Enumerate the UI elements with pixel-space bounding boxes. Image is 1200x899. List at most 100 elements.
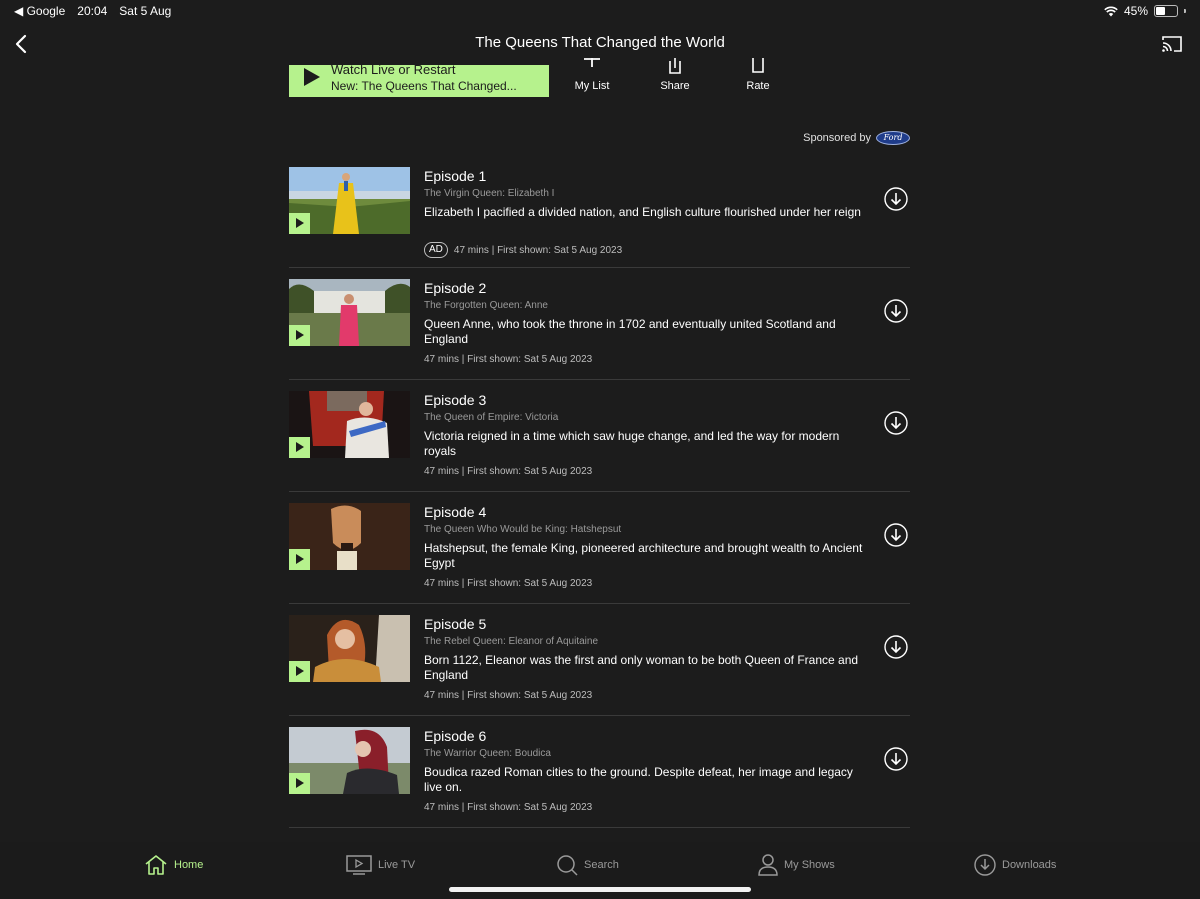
tab-home[interactable]: Home bbox=[144, 854, 203, 876]
app-screen: ◀ Google 20:04 Sat 5 Aug 45% The Queens … bbox=[0, 0, 1200, 899]
episode-meta-text: 47 mins | First shown: Sat 5 Aug 2023 bbox=[424, 690, 593, 701]
episode-row[interactable]: Episode 5 The Rebel Queen: Eleanor of Aq… bbox=[289, 604, 910, 716]
share-icon bbox=[669, 58, 681, 74]
download-icon[interactable] bbox=[884, 299, 908, 323]
thumbnail-play-icon bbox=[289, 437, 310, 458]
episode-row[interactable]: Episode 1 The Virgin Queen: Elizabeth I … bbox=[289, 156, 910, 268]
status-date: Sat 5 Aug bbox=[119, 4, 172, 18]
episode-subtitle: The Queen of Empire: Victoria bbox=[424, 412, 559, 423]
home-icon bbox=[145, 855, 167, 875]
person-icon bbox=[758, 854, 778, 876]
episode-title: Episode 2 bbox=[424, 280, 487, 296]
thumbnail-play-icon bbox=[289, 213, 310, 234]
episode-description: Victoria reigned in a time which saw hug… bbox=[424, 429, 840, 458]
episode-meta-text: 47 mins | First shown: Sat 5 Aug 2023 bbox=[424, 578, 593, 589]
tab-my-shows[interactable]: My Shows bbox=[758, 854, 835, 876]
status-time: 20:04 bbox=[77, 4, 108, 18]
sponsor-label: Sponsored by bbox=[803, 132, 871, 144]
search-icon bbox=[557, 855, 578, 876]
download-icon[interactable] bbox=[884, 747, 908, 771]
back-app-label: Google bbox=[26, 4, 66, 18]
thumbnail-play-icon bbox=[289, 773, 310, 794]
watch-live-button[interactable]: Watch Live or Restart New: The Queens Th… bbox=[289, 65, 549, 97]
thumbnail-play-icon bbox=[289, 661, 310, 682]
download-icon[interactable] bbox=[884, 635, 908, 659]
episode-meta-text: 47 mins | First shown: Sat 5 Aug 2023 bbox=[424, 354, 593, 365]
battery-icon bbox=[1154, 5, 1178, 17]
episode-thumbnail[interactable] bbox=[289, 167, 410, 234]
episode-subtitle: The Rebel Queen: Eleanor of Aquitaine bbox=[424, 636, 599, 647]
download-icon[interactable] bbox=[884, 187, 908, 211]
download-icon[interactable] bbox=[884, 411, 908, 435]
episode-title: Episode 3 bbox=[424, 392, 487, 408]
thumbs-icon bbox=[752, 58, 764, 73]
episode-description: Hatshepsut, the female King, pioneered a… bbox=[424, 541, 863, 570]
episode-thumbnail[interactable] bbox=[289, 503, 410, 570]
sponsor-banner: Sponsored by Ford bbox=[780, 131, 910, 145]
rate-button[interactable]: Rate bbox=[728, 58, 788, 92]
episode-meta: 47 mins | First shown: Sat 5 Aug 2023 bbox=[424, 466, 592, 477]
page-title: The Queens That Changed the World bbox=[475, 34, 725, 51]
my-list-button[interactable]: My List bbox=[562, 58, 622, 92]
episode-meta-text: 47 mins | First shown: Sat 5 Aug 2023 bbox=[453, 244, 623, 256]
home-indicator[interactable] bbox=[449, 887, 751, 892]
download-icon bbox=[974, 854, 996, 876]
episode-description: Queen Anne, who took the throne in 1702 … bbox=[424, 317, 836, 346]
episode-meta-text: 47 mins | First shown: Sat 5 Aug 2023 bbox=[424, 802, 593, 813]
thumbnail-play-icon bbox=[289, 325, 310, 346]
episode-row[interactable]: Episode 3 The Queen of Empire: Victoria … bbox=[289, 380, 910, 492]
tab-downloads-label: Downloads bbox=[1002, 859, 1057, 871]
tab-my-shows-label: My Shows bbox=[784, 859, 835, 871]
status-bar: ◀ Google 20:04 Sat 5 Aug 45% bbox=[0, 0, 1200, 22]
episode-thumbnail[interactable] bbox=[289, 279, 410, 346]
episode-row[interactable]: Episode 2 The Forgotten Queen: Anne Quee… bbox=[289, 268, 910, 380]
episode-subtitle: The Warrior Queen: Boudica bbox=[424, 748, 551, 759]
episode-meta-text: 47 mins | First shown: Sat 5 Aug 2023 bbox=[424, 466, 593, 477]
tab-live-tv-label: Live TV bbox=[378, 859, 416, 871]
tab-downloads[interactable]: Downloads bbox=[974, 854, 1056, 876]
tab-home-label: Home bbox=[174, 859, 204, 871]
episode-description: Elizabeth I pacified a divided nation, a… bbox=[424, 205, 861, 219]
episode-subtitle: The Queen Who Would be King: Hatshepsut bbox=[424, 524, 622, 535]
episode-meta: 47 mins | First shown: Sat 5 Aug 2023 bbox=[424, 578, 592, 589]
ford-logo: Ford bbox=[876, 131, 910, 145]
episode-row[interactable]: Episode 4 The Queen Who Would be King: H… bbox=[289, 492, 910, 604]
tab-live-tv[interactable]: Live TV bbox=[346, 854, 415, 876]
episode-title: Episode 6 bbox=[424, 728, 487, 744]
episode-description: Born 1122, Eleanor was the first and onl… bbox=[424, 653, 859, 682]
tab-bar: Home Live TV Search My Shows Downloads bbox=[0, 842, 1200, 899]
share-label: Share bbox=[660, 80, 690, 92]
watch-live-label: Watch Live or Restart bbox=[331, 65, 456, 77]
episode-description: Boudica razed Roman cities to the ground… bbox=[424, 765, 853, 794]
episode-thumbnail[interactable] bbox=[289, 391, 410, 458]
episode-row[interactable]: Episode 6 The Warrior Queen: Boudica Bou… bbox=[289, 716, 910, 828]
episode-list: Episode 1 The Virgin Queen: Elizabeth I … bbox=[289, 156, 910, 828]
episode-subtitle: The Virgin Queen: Elizabeth I bbox=[424, 188, 555, 199]
episode-meta: 47 mins | First shown: Sat 5 Aug 2023 bbox=[424, 690, 592, 701]
cast-icon[interactable] bbox=[1160, 32, 1184, 56]
download-icon[interactable] bbox=[884, 523, 908, 547]
share-button[interactable]: Share bbox=[645, 58, 705, 92]
episode-meta: 47 mins | First shown: Sat 5 Aug 2023 bbox=[424, 802, 592, 813]
episode-thumbnail[interactable] bbox=[289, 727, 410, 794]
wifi-icon bbox=[1104, 6, 1118, 16]
plus-icon bbox=[584, 58, 600, 67]
tab-search-label: Search bbox=[584, 859, 619, 871]
battery-percent: 45% bbox=[1123, 4, 1148, 18]
watch-live-subtitle: New: The Queens That Changed... bbox=[331, 79, 517, 93]
my-list-label: My List bbox=[574, 80, 610, 92]
episode-title: Episode 4 bbox=[424, 504, 487, 520]
episode-title: Episode 1 bbox=[424, 168, 487, 184]
rate-label: Rate bbox=[746, 80, 770, 92]
tv-icon bbox=[346, 855, 372, 875]
episode-meta: 47 mins | First shown: Sat 5 Aug 2023 bbox=[424, 354, 592, 365]
back-to-app[interactable]: ◀ Google bbox=[14, 4, 65, 18]
episode-subtitle: The Forgotten Queen: Anne bbox=[424, 300, 548, 311]
episode-thumbnail[interactable] bbox=[289, 615, 410, 682]
episode-meta: AD 47 mins | First shown: Sat 5 Aug 2023 bbox=[424, 242, 622, 258]
tab-search[interactable]: Search bbox=[556, 854, 619, 876]
episode-title: Episode 5 bbox=[424, 616, 487, 632]
play-icon bbox=[304, 68, 320, 86]
audio-description-badge: AD bbox=[424, 242, 448, 258]
thumbnail-play-icon bbox=[289, 549, 310, 570]
